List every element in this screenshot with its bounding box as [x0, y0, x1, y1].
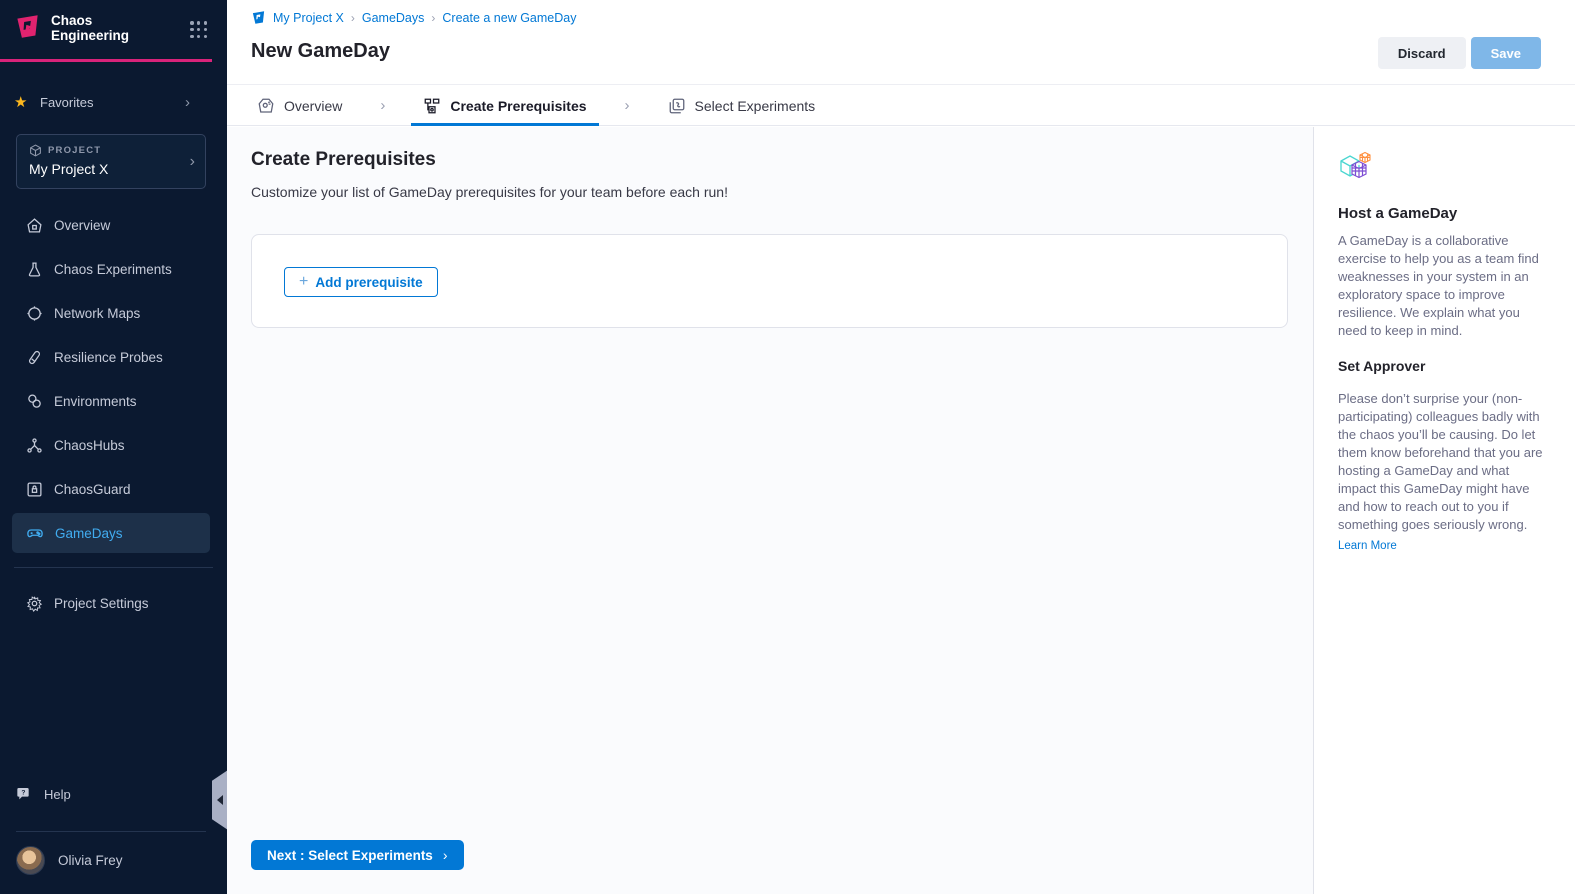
tab-label: Create Prerequisites — [450, 98, 586, 114]
plus-icon: + — [299, 273, 308, 291]
nav-label: Chaos Experiments — [54, 262, 172, 277]
app-title: Chaos Engineering — [51, 13, 151, 43]
nav-label: GameDays — [55, 526, 123, 541]
chevron-right-icon: › — [185, 94, 190, 111]
help-panel: Host a GameDay A GameDay is a collaborat… — [1313, 127, 1575, 894]
sidebar-item-project-settings[interactable]: Project Settings — [0, 581, 227, 625]
sidebar-item-chaos-experiments[interactable]: Chaos Experiments — [0, 247, 227, 291]
help-label: Help — [44, 787, 71, 802]
divider — [16, 831, 206, 832]
gamepad-icon — [26, 524, 44, 542]
tab-create-prerequisites[interactable]: Create Prerequisites — [411, 86, 598, 125]
nav-divider — [14, 567, 213, 568]
nav-label: Project Settings — [54, 596, 149, 611]
main-content: Create Prerequisites Customize your list… — [227, 127, 1313, 894]
sidebar-item-favorites[interactable]: ★ Favorites › — [0, 86, 212, 118]
learn-more-link[interactable]: Learn More — [1338, 540, 1397, 552]
sidebar-item-resilience-probes[interactable]: Resilience Probes — [0, 335, 227, 379]
svg-text:?: ? — [21, 790, 25, 797]
flask-icon — [26, 261, 43, 278]
next-select-experiments-button[interactable]: Next : Select Experiments › — [251, 840, 464, 870]
user-name: Olivia Frey — [58, 853, 123, 868]
network-map-icon — [26, 305, 43, 322]
sidebar-item-gamedays[interactable]: GameDays — [12, 513, 210, 553]
help-title: Host a GameDay — [1338, 205, 1549, 222]
sidebar-item-network-maps[interactable]: Network Maps — [0, 291, 227, 335]
tab-label: Select Experiments — [695, 98, 816, 114]
sidebar-item-overview[interactable]: Overview — [0, 203, 227, 247]
breadcrumb-link-create[interactable]: Create a new GameDay — [442, 11, 576, 25]
brand-divider — [0, 59, 212, 62]
breadcrumb-link-project[interactable]: My Project X — [273, 11, 344, 25]
favorites-label: Favorites — [40, 95, 93, 110]
save-button[interactable]: Save — [1471, 37, 1541, 69]
home-icon — [26, 217, 43, 234]
wizard-tabs: Overview › Create Prerequisites › Select… — [227, 86, 1575, 126]
help-subtitle: Set Approver — [1338, 358, 1549, 374]
star-icon: ★ — [14, 93, 40, 111]
nav-label: Resilience Probes — [54, 350, 163, 365]
sidebar-nav: Overview Chaos Experiments Network Maps … — [0, 203, 227, 625]
tab-select-experiments[interactable]: Select Experiments — [656, 86, 828, 125]
discard-button[interactable]: Discard — [1378, 37, 1466, 69]
chevron-right-icon: › — [625, 97, 630, 114]
add-prerequisite-button[interactable]: + Add prerequisite — [284, 267, 438, 297]
project-selector[interactable]: PROJECT My Project X › — [16, 134, 206, 189]
prerequisites-card: + Add prerequisite — [251, 234, 1288, 328]
page-title: New GameDay — [251, 40, 390, 63]
environments-icon — [26, 393, 43, 410]
breadcrumb: My Project X › GameDays › Create a new G… — [251, 10, 576, 25]
section-heading: Create Prerequisites — [251, 149, 436, 171]
avatar — [16, 846, 45, 875]
chevron-right-icon: › — [443, 847, 448, 863]
nav-label: Network Maps — [54, 306, 140, 321]
nav-label: Overview — [54, 218, 110, 233]
sidebar-item-help[interactable]: ? Help — [16, 786, 71, 802]
overview-tab-icon — [257, 97, 275, 115]
hub-nodes-icon — [26, 437, 43, 454]
sidebar-item-chaosguard[interactable]: ChaosGuard — [0, 467, 227, 511]
harness-logo-icon — [14, 13, 41, 40]
tab-label: Overview — [284, 98, 342, 114]
nav-label: ChaosGuard — [54, 482, 131, 497]
page-header: My Project X › GameDays › Create a new G… — [227, 0, 1575, 85]
help-body: A GameDay is a collaborative exercise to… — [1338, 232, 1549, 340]
help-body2: Please don’t surprise your (non-particip… — [1338, 390, 1549, 534]
breadcrumb-separator: › — [431, 11, 435, 25]
project-label: PROJECT — [48, 145, 101, 156]
experiments-tab-icon — [668, 97, 686, 115]
prerequisites-tab-icon — [423, 97, 441, 115]
next-button-label: Next : Select Experiments — [267, 848, 433, 863]
help-chat-icon: ? — [16, 786, 32, 802]
sidebar-item-chaoshubs[interactable]: ChaosHubs — [0, 423, 227, 467]
tab-overview[interactable]: Overview — [245, 86, 354, 125]
cubes-icon — [1338, 149, 1374, 181]
breadcrumb-link-gamedays[interactable]: GameDays — [362, 11, 425, 25]
chevron-right-icon: › — [190, 153, 195, 171]
harness-breadcrumb-icon — [251, 10, 266, 25]
sidebar: Chaos Engineering ★ Favorites › PROJECT … — [0, 0, 227, 894]
add-prerequisite-label: Add prerequisite — [315, 275, 422, 290]
gear-icon — [26, 595, 43, 612]
app-grid-icon[interactable] — [190, 21, 208, 39]
chevron-right-icon: › — [380, 97, 385, 114]
user-profile[interactable]: Olivia Frey — [16, 846, 123, 875]
sidebar-item-environments[interactable]: Environments — [0, 379, 227, 423]
breadcrumb-separator: › — [351, 11, 355, 25]
app-logo: Chaos Engineering — [14, 13, 151, 43]
app-window: Chaos Engineering ★ Favorites › PROJECT … — [0, 0, 1575, 894]
cube-icon — [29, 144, 42, 157]
nav-label: Environments — [54, 394, 137, 409]
project-name: My Project X — [29, 161, 205, 177]
section-subheading: Customize your list of GameDay prerequis… — [251, 184, 728, 200]
lock-icon — [26, 481, 43, 498]
nav-label: ChaosHubs — [54, 438, 125, 453]
probe-icon — [26, 349, 43, 366]
